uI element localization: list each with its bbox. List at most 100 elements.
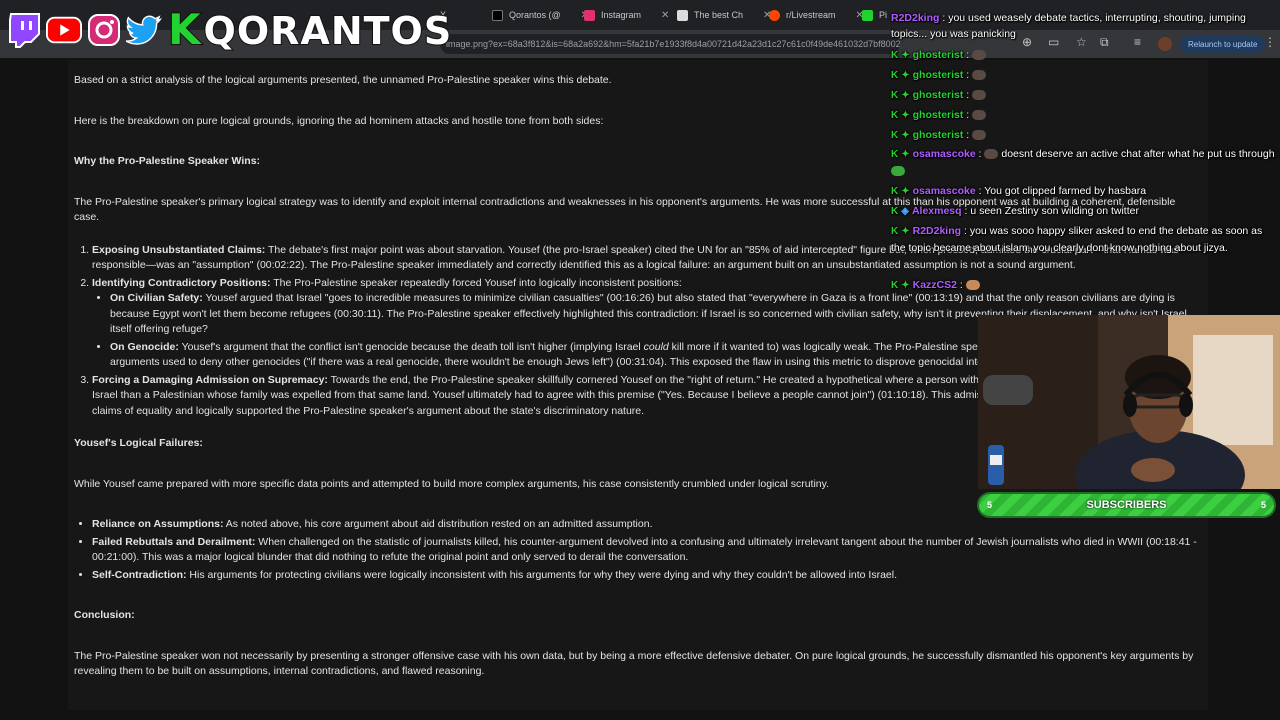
kick-badge-icon: K: [891, 110, 899, 121]
item-title: Identifying Contradictory Positions:: [92, 276, 271, 289]
instagram-icon: [584, 9, 595, 21]
chat-text: u seen Zestiny son wilding on twitter: [970, 205, 1139, 217]
kick-badge-icon: K: [891, 130, 899, 141]
address-bar[interactable]: image.png?ex=68a3f812&is=68a2a692&hm=5fa…: [440, 34, 900, 54]
list-item: Self-Contradiction: His arguments for pr…: [92, 568, 1202, 584]
diamond-badge-icon: ✦: [901, 130, 910, 141]
kick-badge-icon: K: [891, 70, 899, 81]
item-title: On Civilian Safety:: [110, 292, 203, 304]
chat-username: ghosterist: [912, 49, 964, 61]
item-title: Failed Rebuttals and Derailment:: [92, 535, 256, 548]
tab-kick[interactable]: Pi: [862, 4, 887, 26]
kick-badge-icon: K: [891, 50, 899, 61]
diamond-badge-icon: ✦: [901, 149, 910, 160]
webcam-feed: [978, 315, 1280, 489]
chat-username: R2D2king: [912, 225, 962, 237]
kick-badge-icon: K: [891, 280, 899, 291]
chat-message: K ✦ ghosterist :: [891, 127, 1277, 144]
chat-message: K ✦ R2D2king : you was sooo happy sliker a…: [891, 225, 1263, 254]
list-item: Failed Rebuttals and Derailment: When ch…: [92, 535, 1202, 566]
diamond-badge-icon: ✦: [901, 280, 910, 291]
kick-icon: [862, 9, 873, 21]
chat-username: R2D2king: [891, 12, 940, 24]
channel-brand: KQORANTOS: [167, 4, 453, 57]
tab-label: Qorantos (@: [509, 10, 561, 20]
chat-message: K ✦ KazzCS2 :: [891, 277, 1277, 294]
webcam-image: [978, 315, 1280, 489]
diamond-badge-icon: ✦: [901, 50, 910, 61]
kick-badge-icon: K: [891, 90, 899, 101]
chat-message: R2D2king : you used weasely debate tacti…: [891, 12, 1246, 40]
item-title: On Genocide:: [110, 340, 179, 353]
chat-username: KazzCS2: [912, 279, 957, 291]
channel-name: QORANTOS: [203, 8, 453, 54]
close-icon[interactable]: ✕: [661, 10, 669, 21]
emote-icon: [972, 90, 987, 101]
emote-icon: [891, 166, 905, 177]
reddit-icon: [769, 9, 780, 21]
emote-icon: [972, 70, 987, 81]
chat-text: doesnt deserve an active chat after what…: [1001, 148, 1275, 160]
chat-username: Alexmesq: [911, 205, 962, 217]
emote-icon: [972, 130, 987, 141]
tab-label: r/Livestream: [786, 10, 836, 20]
chat-username: ghosterist: [912, 109, 964, 121]
kick-badge-icon: K: [891, 186, 899, 197]
item-text: As noted above, his core argument about …: [223, 518, 653, 530]
item-title: Exposing Unsubstantiated Claims:: [92, 243, 266, 256]
item-text: Yousef's argument that the conflict isn'…: [178, 340, 644, 353]
emote-icon: [965, 280, 980, 291]
item-title: Reliance on Assumptions:: [92, 518, 224, 530]
live-chat-overlay: R2D2king : you used weasely debate tacti…: [886, 0, 1280, 300]
twitch-icon: [6, 12, 42, 48]
chat-message: K ✦ osamascoke : You got clipped farmed by…: [891, 183, 1277, 200]
tab-label: Instagram: [601, 10, 642, 20]
subscriber-goal-bar: 5 SUBSCRIBERS 5: [977, 492, 1276, 518]
verified-badge-icon: ◈: [901, 206, 909, 217]
kick-logo-letter: K: [167, 4, 202, 55]
item-text: His arguments for protecting civilians w…: [186, 568, 898, 581]
chat-username: ghosterist: [912, 69, 964, 81]
chat-message: K ✦ ghosterist :: [891, 67, 1277, 84]
diamond-badge-icon: ✦: [901, 90, 910, 101]
chat-username: ghosterist: [912, 129, 964, 141]
conclusion-paragraph: The Pro-Palestine speaker won not necess…: [74, 649, 1194, 678]
section-heading-conclusion: Conclusion:: [74, 609, 135, 621]
item-text: When challenged on the statistic of jour…: [92, 535, 1197, 564]
x-icon: [492, 9, 503, 21]
emote-icon: [972, 50, 987, 61]
diamond-badge-icon: ✦: [901, 70, 910, 81]
item-title: Self-Contradiction:: [92, 568, 187, 581]
chat-message: K ✦ ghosterist :: [891, 107, 1277, 124]
kick-badge-icon: K: [891, 226, 899, 237]
chat-message: K ✦ ghosterist :: [891, 47, 1277, 64]
stream-banner: KQORANTOS: [6, 4, 452, 56]
item-title: Forcing a Damaging Admission on Supremac…: [92, 373, 328, 386]
emote-icon: [984, 149, 999, 160]
tab-reddit[interactable]: r/Livestream ✕: [769, 4, 864, 26]
tab-qorantos[interactable]: Qorantos (@ ✕: [492, 4, 589, 26]
kick-badge-icon: K: [891, 149, 899, 160]
tab-instagram[interactable]: Instagram ✕: [584, 4, 669, 26]
chat-message: K ✦ ghosterist :: [891, 87, 1277, 104]
chat-username: osamascoke: [912, 185, 976, 197]
chat-message: K ✦ osamascoke : doesnt deserve an active …: [891, 146, 1277, 179]
item-text: The Pro-Palestine speaker repeatedly for…: [270, 276, 682, 289]
chat-username: osamascoke: [912, 148, 976, 160]
subs-label: SUBSCRIBERS: [1086, 499, 1167, 511]
chat-text: you used weasely debate tactics, interru…: [891, 12, 1246, 40]
chat-text: You got clipped farmed by hasbara: [984, 185, 1147, 197]
failures-list: Reliance on Assumptions: As noted above,…: [74, 517, 1202, 583]
item-emphasis: could: [643, 340, 669, 353]
tab-label: The best Ch: [694, 10, 744, 20]
youtube-icon: [46, 12, 82, 48]
subs-goal: 5: [1260, 500, 1266, 510]
chat-message: K ◈ Alexmesq : u seen Zestiny son wilding …: [891, 203, 1277, 220]
list-item: Reliance on Assumptions: As noted above,…: [92, 517, 1202, 533]
emote-icon: [972, 110, 987, 121]
chat-username: ghosterist: [912, 89, 964, 101]
diamond-badge-icon: ✦: [901, 110, 910, 121]
tab-chatgpt[interactable]: The best Ch ✕: [677, 4, 771, 26]
chatgpt-icon: [677, 9, 688, 21]
kick-badge-icon: K: [891, 206, 899, 217]
